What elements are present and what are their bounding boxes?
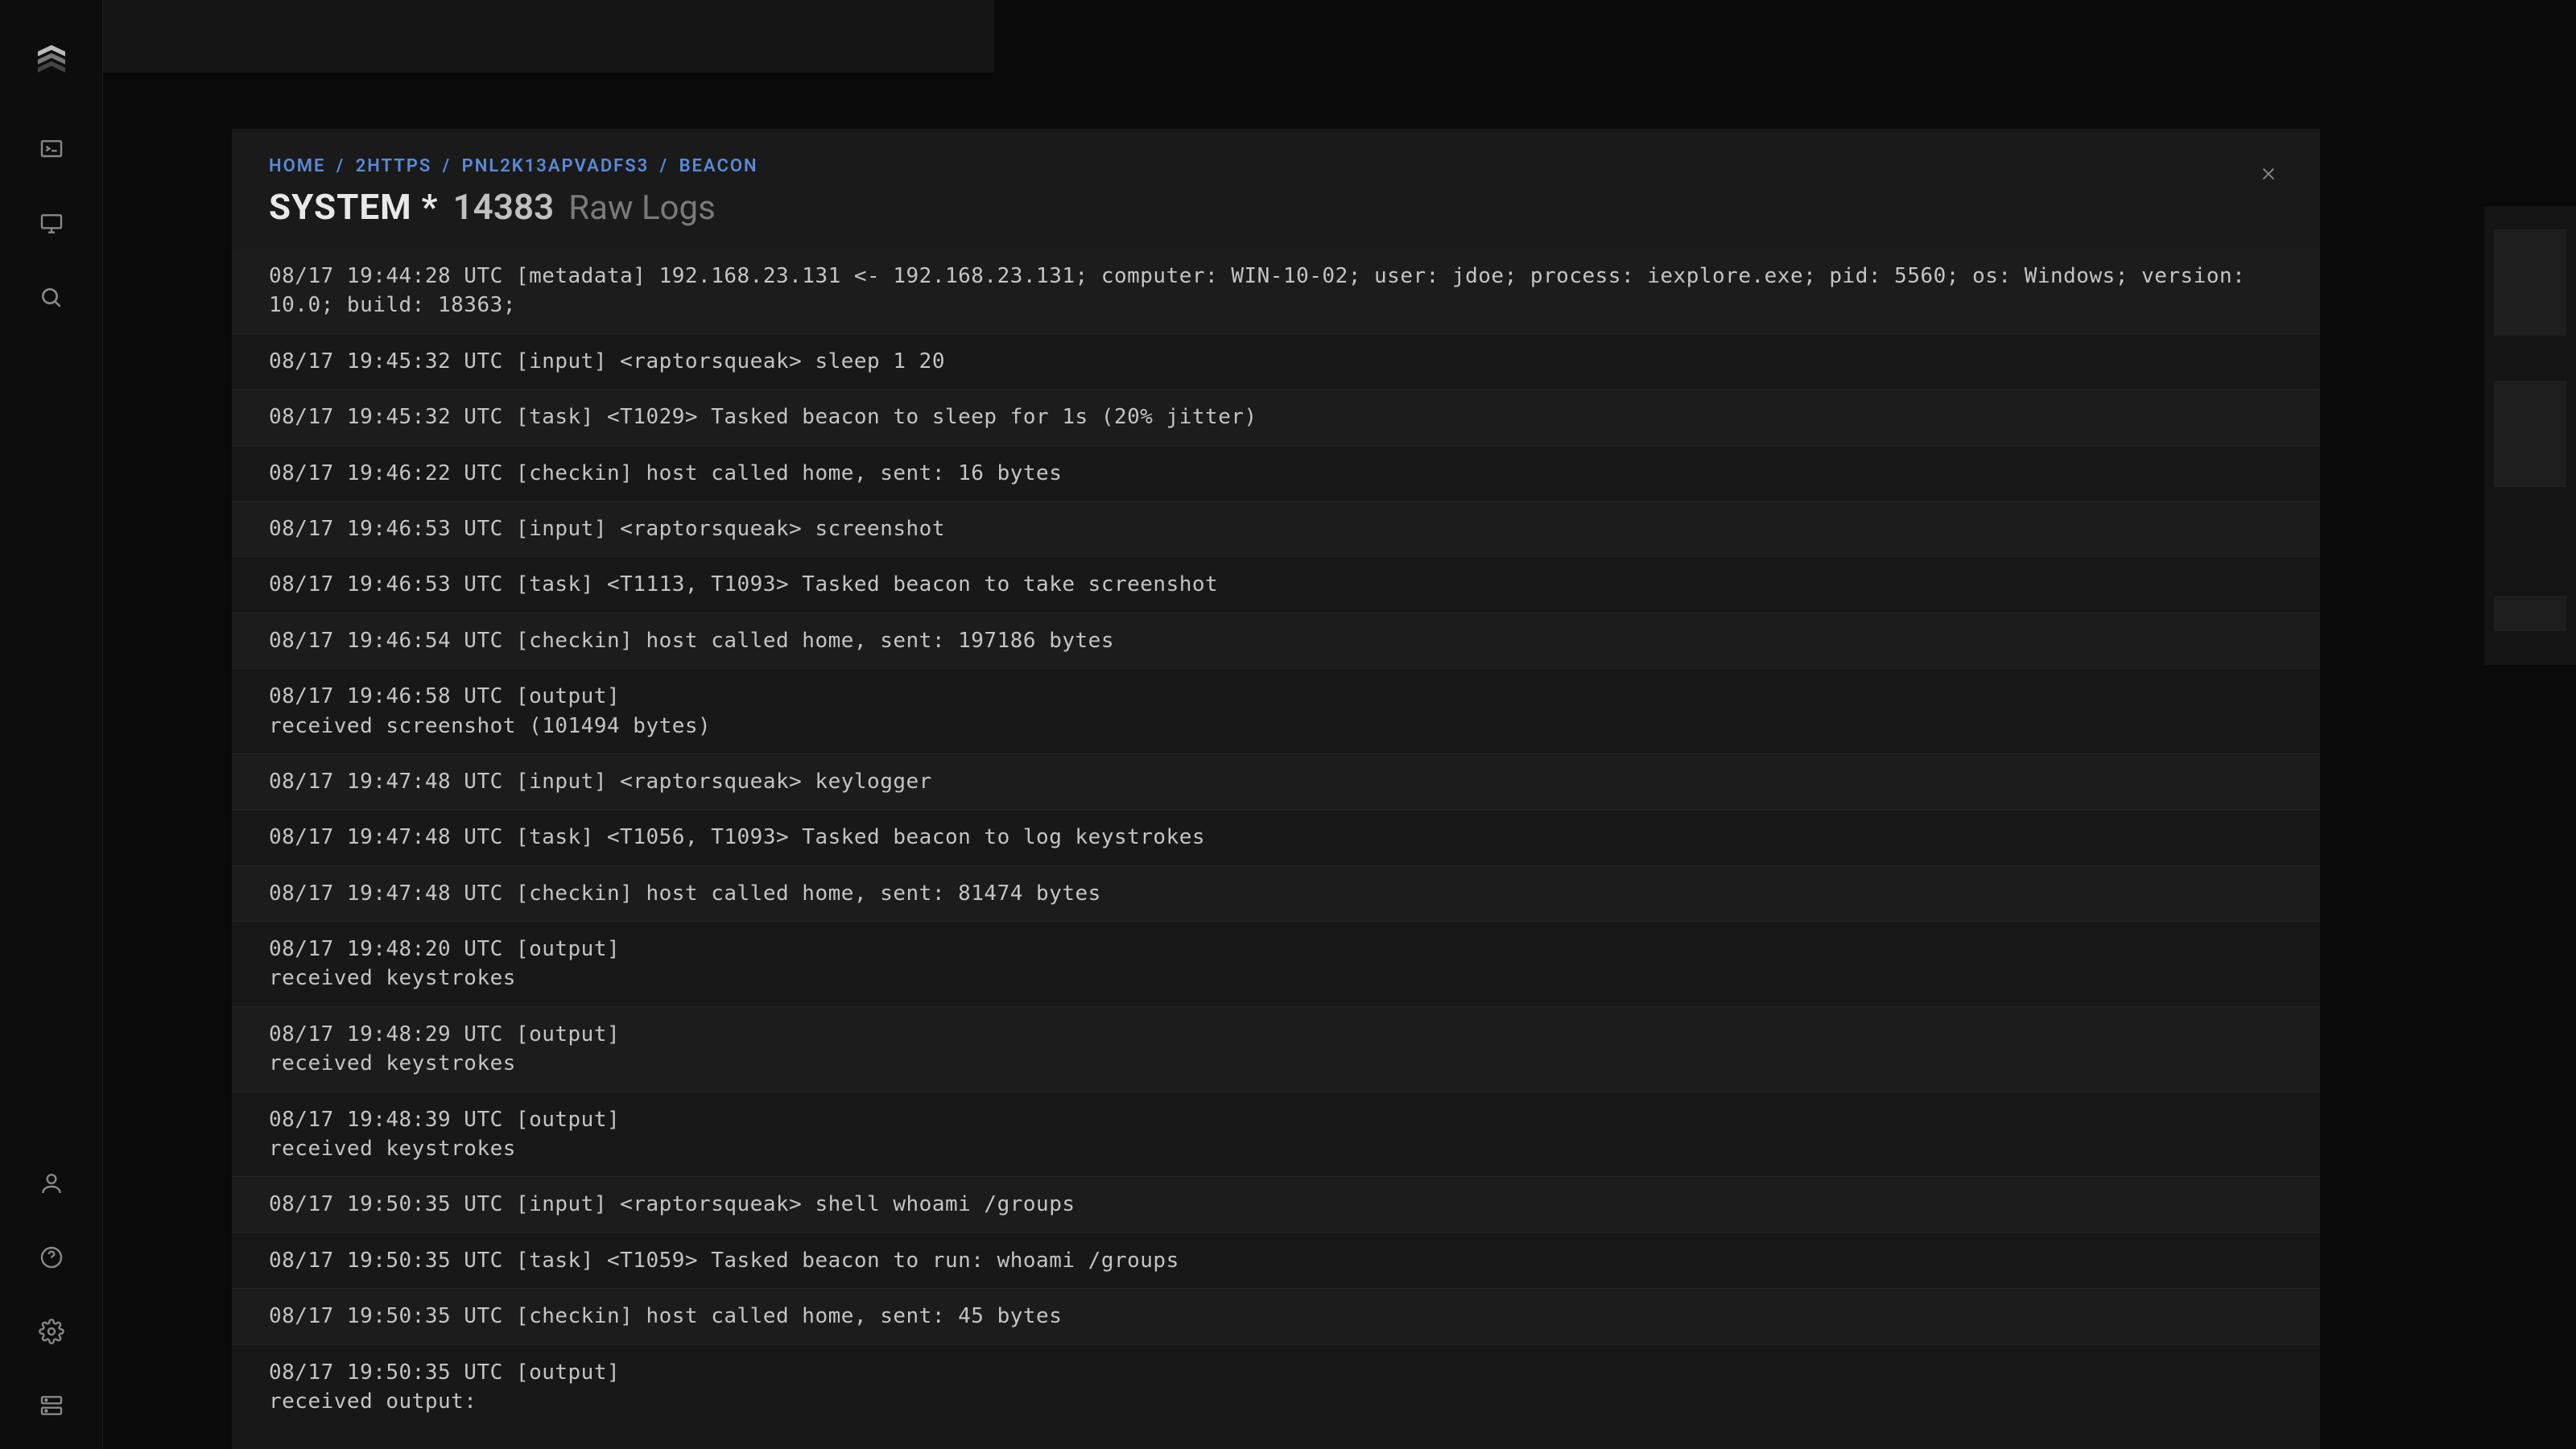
breadcrumb-listener[interactable]: 2HTTPS [356,156,432,176]
nav-settings-icon[interactable] [37,1317,66,1346]
breadcrumb-sep: / [336,156,345,176]
log-list[interactable]: 08/17 19:44:28 UTC [metadata] 192.168.23… [232,249,2320,1449]
app-root: HOME / 2HTTPS / PNL2K13APVADFS3 / BEACON… [0,0,2576,1449]
breadcrumb-beacon[interactable]: BEACON [679,156,758,176]
main-area: HOME / 2HTTPS / PNL2K13APVADFS3 / BEACON… [103,0,2576,1449]
title-subtitle: Raw Logs [568,188,716,228]
log-row: 08/17 19:47:48 UTC [task] <T1056, T1093>… [232,810,2320,865]
log-row: 08/17 19:50:35 UTC [output] received out… [232,1345,2320,1449]
nav-secondary [37,1169,66,1449]
nav-server-icon[interactable] [37,1391,66,1420]
breadcrumb-host[interactable]: PNL2K13APVADFS3 [462,156,650,176]
log-row: 08/17 19:46:22 UTC [checkin] host called… [232,446,2320,502]
log-row: 08/17 19:50:35 UTC [input] <raptorsqueak… [232,1177,2320,1232]
nav-user-icon[interactable] [37,1169,66,1198]
modal-header: HOME / 2HTTPS / PNL2K13APVADFS3 / BEACON… [232,129,2320,249]
log-row: 08/17 19:45:32 UTC [input] <raptorsqueak… [232,334,2320,390]
log-row: 08/17 19:46:53 UTC [task] <T1113, T1093>… [232,557,2320,613]
log-row: 08/17 19:47:48 UTC [input] <raptorsqueak… [232,754,2320,810]
log-row: 08/17 19:44:28 UTC [metadata] 192.168.23… [232,249,2320,334]
log-row: 08/17 19:48:39 UTC [output] received key… [232,1092,2320,1178]
nav-monitor-icon[interactable] [37,209,66,238]
sidebar [0,0,103,1449]
log-row: 08/17 19:50:35 UTC [task] <T1059> Tasked… [232,1233,2320,1289]
title-system: SYSTEM * [269,186,439,228]
title-id: 14383 [453,186,555,228]
log-row: 08/17 19:50:35 UTC [checkin] host called… [232,1289,2320,1344]
log-row: 08/17 19:47:48 UTC [checkin] host called… [232,866,2320,922]
nav-terminal-icon[interactable] [37,135,66,164]
log-row: 08/17 19:46:53 UTC [input] <raptorsqueak… [232,502,2320,557]
breadcrumb-home[interactable]: HOME [269,156,325,176]
nav-primary [37,135,66,312]
nav-search-icon[interactable] [37,283,66,312]
close-button[interactable] [2254,159,2283,188]
log-row: 08/17 19:48:20 UTC [output] received key… [232,922,2320,1007]
breadcrumb-sep: / [660,156,668,176]
nav-help-icon[interactable] [37,1243,66,1272]
app-logo [31,40,72,79]
breadcrumb: HOME / 2HTTPS / PNL2K13APVADFS3 / BEACON [269,156,2283,176]
log-row: 08/17 19:48:29 UTC [output] received key… [232,1007,2320,1092]
log-row: 08/17 19:46:58 UTC [output] received scr… [232,669,2320,754]
breadcrumb-sep: / [443,156,451,176]
modal-title-row: SYSTEM * 14383 Raw Logs [269,186,2283,228]
log-row: 08/17 19:45:32 UTC [task] <T1029> Tasked… [232,390,2320,445]
log-row: 08/17 19:46:54 UTC [checkin] host called… [232,613,2320,669]
raw-logs-modal: HOME / 2HTTPS / PNL2K13APVADFS3 / BEACON… [232,129,2320,1449]
